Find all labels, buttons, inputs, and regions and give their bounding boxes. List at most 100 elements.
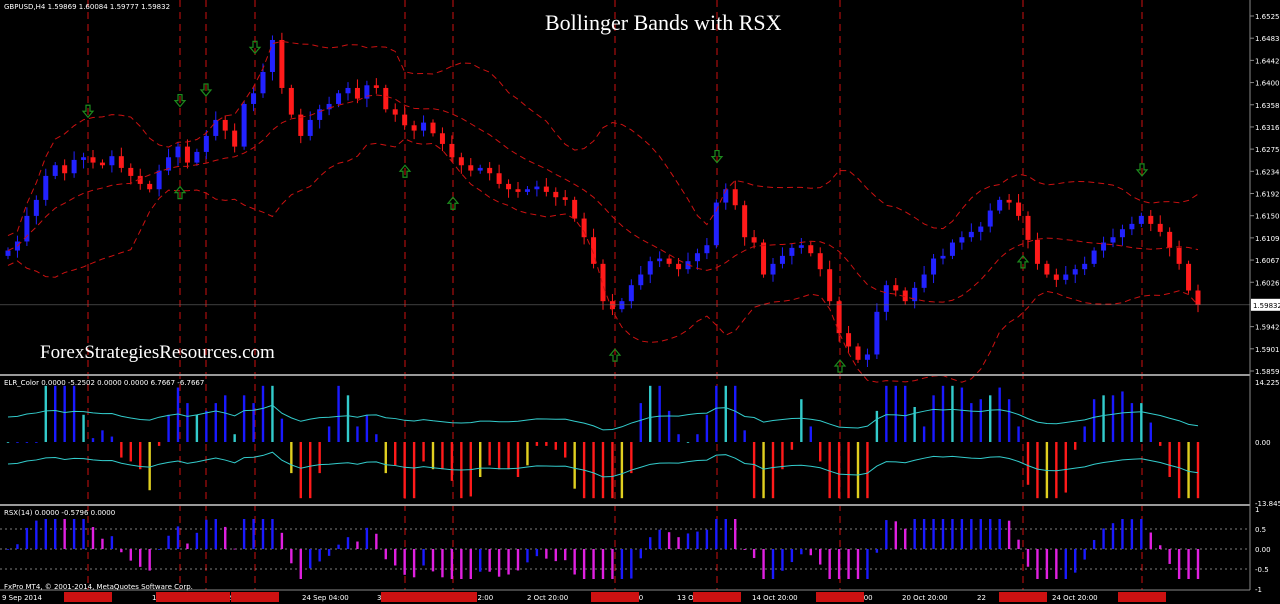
elr-bar — [790, 442, 794, 450]
rsx-bar — [120, 549, 123, 553]
current-price-label: 1.59832 — [1253, 302, 1280, 310]
price-tick-label: 1.61500 — [1255, 213, 1280, 221]
elr-bar — [337, 385, 340, 442]
candle-body — [789, 247, 795, 256]
candle-body — [779, 255, 785, 264]
elr-bar — [894, 385, 897, 442]
elr-bar — [724, 385, 727, 442]
candle-body — [1119, 229, 1125, 238]
rsx-bar — [734, 519, 737, 549]
candle-body — [279, 39, 285, 88]
candle-body — [496, 173, 502, 184]
elr-bar — [1177, 442, 1181, 499]
rsx-bar — [139, 549, 142, 567]
rsx-bar — [6, 549, 10, 550]
candle-body — [638, 274, 644, 286]
elr-bar — [734, 385, 737, 442]
candle-body — [1129, 223, 1135, 230]
candle-body — [817, 253, 823, 270]
rsx-bar — [299, 549, 302, 579]
rsx-bar — [998, 519, 1001, 549]
candle-body — [1063, 274, 1069, 280]
elr-bar — [1187, 442, 1190, 499]
time-marker-tag — [231, 592, 279, 602]
rsx-tick-label: 0.5 — [1255, 526, 1266, 534]
rsx-bar — [913, 519, 916, 549]
rsx-bar — [1149, 532, 1152, 549]
elr-bar — [989, 395, 992, 442]
candle-body — [949, 242, 955, 256]
price-tick-label: 1.60670 — [1255, 257, 1280, 265]
candle-body — [940, 255, 946, 259]
candle-body — [808, 245, 814, 254]
elr-bar — [280, 418, 284, 442]
rsx-bar — [365, 527, 369, 549]
rsx-bar — [752, 549, 756, 559]
candle-body — [430, 122, 436, 134]
elr-bar — [412, 442, 416, 499]
elr-bar — [932, 395, 935, 442]
elr-bar — [157, 442, 161, 446]
rsx-bar — [1140, 519, 1143, 549]
elr-bar — [384, 442, 387, 474]
elr-bar — [224, 395, 227, 442]
rsx-bar — [176, 526, 180, 549]
rsx-bar — [252, 519, 255, 549]
candle-body — [194, 151, 200, 163]
time-marker-tag — [1118, 592, 1166, 602]
rsx-bar — [72, 519, 76, 549]
rsx-bar — [979, 519, 982, 549]
elr-bar — [592, 442, 595, 499]
elr-bar — [611, 442, 614, 499]
candle-body — [959, 237, 965, 243]
rsx-bar — [1196, 549, 1200, 579]
candle-body — [1091, 250, 1097, 264]
candle-body — [354, 87, 360, 99]
candle-body — [156, 170, 162, 190]
rsx-bar — [214, 519, 217, 549]
price-tick-label: 1.63160 — [1255, 124, 1280, 132]
candle-body — [241, 103, 247, 147]
price-tick-label: 1.64830 — [1255, 35, 1280, 43]
elr-bar — [242, 395, 246, 442]
candle-body — [1110, 237, 1116, 243]
candle-body — [694, 253, 700, 262]
price-tick-label: 1.62340 — [1255, 168, 1280, 176]
candle-body — [251, 93, 257, 104]
rsx-bar — [686, 533, 690, 549]
elr-bar — [1111, 395, 1115, 442]
candle-body — [336, 93, 342, 104]
rsx-bar — [469, 549, 472, 579]
elr-bar — [554, 442, 557, 450]
elr-bar — [960, 387, 964, 442]
candle-body — [1082, 263, 1088, 270]
rsx-bar — [847, 549, 850, 579]
rsx-bar — [422, 549, 425, 566]
elr-bar — [309, 442, 312, 499]
rsx-bar — [346, 537, 350, 549]
rsx-bar — [271, 519, 274, 549]
candle-body — [600, 263, 606, 302]
elr-bar — [677, 434, 680, 442]
rsx-bar — [1177, 549, 1181, 579]
price-tick-label: 1.60260 — [1255, 279, 1280, 287]
candle-body — [33, 199, 39, 216]
candle-body — [713, 202, 719, 246]
candle-body — [439, 133, 445, 144]
elr-tick-label: 14.2252 — [1255, 379, 1280, 387]
rsx-bar — [309, 549, 312, 569]
elr-bar — [885, 385, 888, 442]
candle-body — [298, 114, 304, 136]
rsx-bar — [875, 549, 879, 553]
rsx-bar — [82, 519, 85, 549]
time-marker-tag — [64, 592, 112, 602]
elr-bar — [715, 385, 718, 442]
rsx-bar — [715, 519, 718, 549]
candle-body — [968, 231, 974, 238]
rsx-bar — [516, 549, 520, 571]
price-tick-label: 1.61090 — [1255, 235, 1280, 243]
rsx-tick-label: 1 — [1255, 506, 1259, 514]
elr-bar — [1159, 442, 1162, 446]
candle-body — [1176, 247, 1182, 264]
elr-bar — [129, 442, 132, 462]
